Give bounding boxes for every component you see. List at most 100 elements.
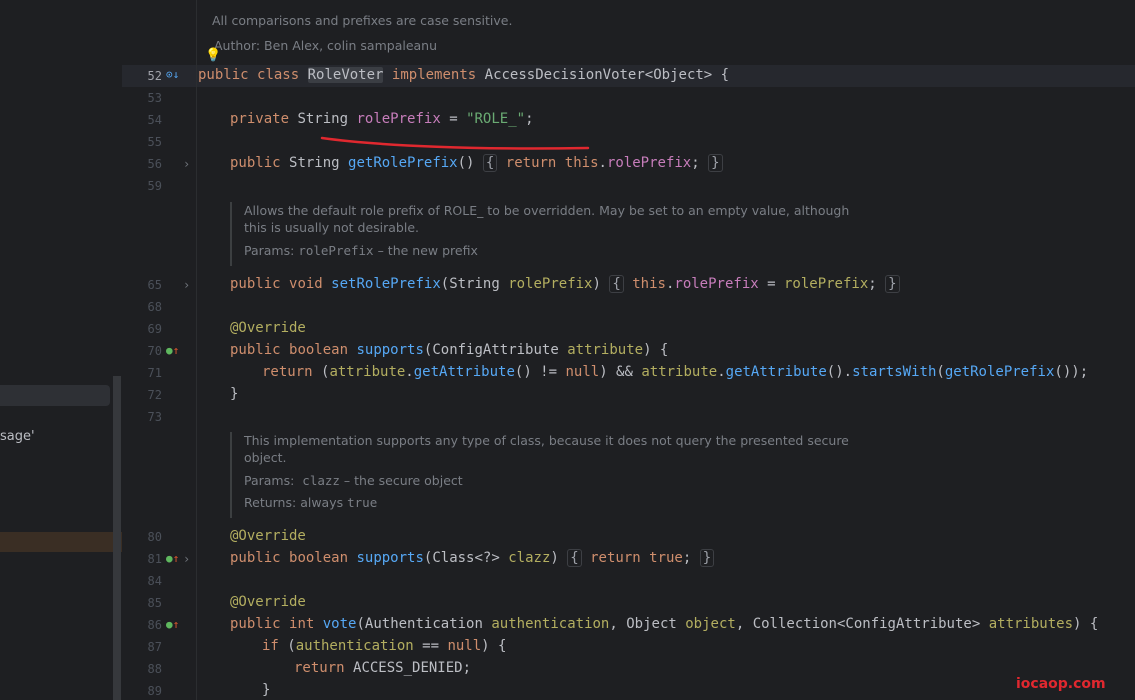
gutter-separator [196,0,197,700]
field-name: rolePrefix [674,276,759,292]
folded-block-end[interactable]: } [708,154,723,172]
line-number: 85 [147,596,162,610]
method-call: getAttribute [413,364,515,380]
keyword: public [198,67,249,83]
returns-text: always [300,495,344,510]
param-name: attribute [567,342,644,358]
keyword: this [564,155,599,171]
param-type: Object [626,616,677,632]
code-line-vote[interactable]: public int vote(Authentication authentic… [230,616,1098,632]
override-icon[interactable]: ●↑ [166,344,179,357]
constant: ACCESS_DENIED [353,660,463,676]
setter-javadoc: Allows the default role prefix of ROLE_ … [230,202,884,266]
param-name: attributes [988,616,1074,632]
fold-chevron-icon[interactable]: › [183,278,190,292]
javadoc-params: Params: rolePrefix – the new prefix [244,242,884,259]
line-number: 71 [147,366,162,380]
line-number: 87 [147,640,162,654]
watermark: iocaop.com [1016,676,1106,692]
param-name: clazz [302,473,340,488]
code-line-getter[interactable]: public String getRolePrefix() { return t… [230,154,723,172]
param-name: rolePrefix [298,243,374,258]
lightbulb-icon[interactable]: 💡 [205,48,221,63]
line-number: 86 [147,618,162,632]
operator: != [531,364,566,380]
semicolon: ; [868,276,877,292]
folded-block-end[interactable]: } [699,549,715,567]
line-number: 80 [147,530,162,544]
implements-icon[interactable]: ⊙↓ [166,68,179,81]
keyword: return [294,660,345,676]
project-sidebar: sage' [0,0,122,700]
line-number: 56 [147,157,162,171]
line-number: 84 [147,574,162,588]
operator: = [440,111,467,127]
javadoc-returns: Returns: always true [244,494,884,511]
override-icon[interactable]: ●↑ [166,618,179,631]
code-line-field[interactable]: private String rolePrefix = "ROLE_"; [230,111,534,127]
code-line-supports-body[interactable]: return (attribute.getAttribute() != null… [262,364,1088,380]
line-number: 68 [147,300,162,314]
code-line-if[interactable]: if (authentication == null) { [262,638,506,654]
sidebar-scrollbar[interactable] [113,376,121,700]
keyword: int [289,616,315,632]
method-call: getAttribute [725,364,827,380]
param-name: clazz [508,550,551,566]
sidebar-highlight-row[interactable] [0,385,110,406]
folded-block-end[interactable]: } [885,275,900,293]
method-name: getRolePrefix [348,155,458,171]
line-number: 69 [147,322,162,336]
sidebar-text-fragment[interactable]: sage' [0,429,35,444]
code-line-class-decl[interactable]: public class RoleVoter implements Access… [198,67,729,83]
annotation-override[interactable]: @Override [230,320,306,336]
keyword: private [230,111,290,127]
override-icon[interactable]: ●↑ [166,552,179,565]
param-ref: rolePrefix [783,276,869,292]
keyword: boolean [289,342,349,358]
line-number: 52 [147,69,162,83]
code-line-return[interactable]: return ACCESS_DENIED; [294,660,471,676]
fold-chevron-icon[interactable]: › [183,552,190,566]
param-type: ConfigAttribute [432,342,559,358]
param-ref: attribute [329,364,406,380]
type: String [289,155,340,171]
generic: <?> [474,550,500,566]
keyword: implements [391,67,477,83]
params-label: Params: [244,243,295,258]
supports-javadoc: This implementation supports any type of… [230,432,884,518]
operator: && [607,364,642,380]
line-number: 72 [147,388,162,402]
keyword: true [649,550,683,566]
line-number: 59 [147,179,162,193]
code-line-supports-class[interactable]: public boolean supports(Class<?> clazz) … [230,549,715,567]
line-number: 89 [147,684,162,698]
method-name: vote [322,616,357,632]
annotation-override[interactable]: @Override [230,594,306,610]
keyword: this [632,276,666,292]
folded-block-start[interactable]: { [567,549,582,567]
param-type: Collection [752,616,837,632]
code-line-setter[interactable]: public void setRolePrefix(String rolePre… [230,275,900,293]
param-desc: – the secure object [339,473,463,488]
param-ref: authentication [295,638,414,654]
annotation-override[interactable]: @Override [230,528,306,544]
closing-brace[interactable]: } [262,682,270,698]
keyword: void [289,276,323,292]
folded-block-start[interactable]: { [609,275,624,293]
semicolon: ; [691,155,700,171]
fold-chevron-icon[interactable]: › [183,157,190,171]
line-number: 54 [147,113,162,127]
type: String [297,111,349,127]
returns-label: Returns: [244,495,297,510]
closing-brace[interactable]: } [230,386,238,402]
keyword: boolean [289,550,349,566]
keyword: public [230,550,281,566]
keyword: public [230,276,281,292]
param-name: rolePrefix [508,276,593,292]
code-line-supports[interactable]: public boolean supports(ConfigAttribute … [230,342,668,358]
folded-block-start[interactable]: { [482,154,498,172]
method-call: getRolePrefix [944,364,1055,380]
sidebar-selected-row[interactable] [0,532,122,552]
line-number: 88 [147,662,162,676]
keyword: public [230,342,281,358]
